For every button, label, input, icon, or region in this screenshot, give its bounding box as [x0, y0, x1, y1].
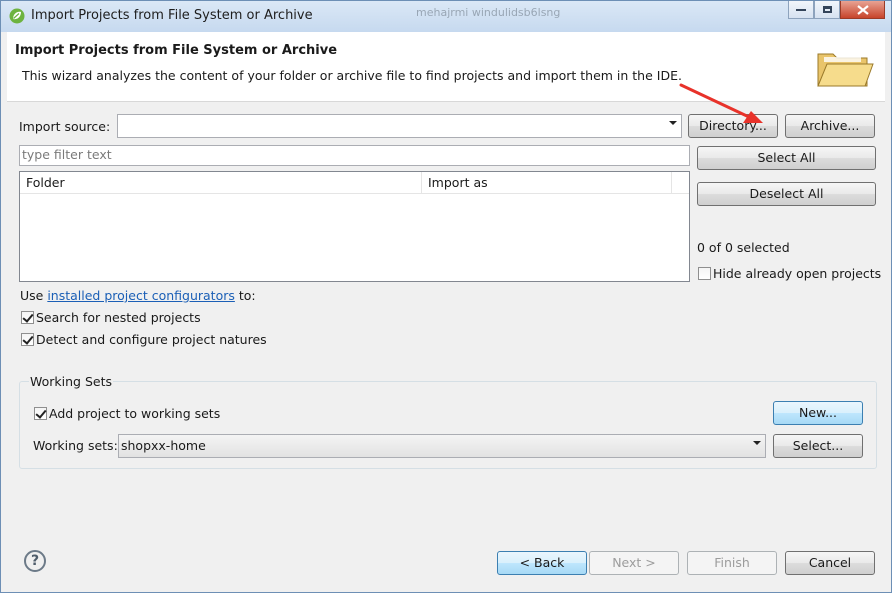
select-working-set-button[interactable]: Select...	[773, 434, 863, 458]
import-source-combo[interactable]	[117, 114, 682, 138]
column-import-as[interactable]: Import as	[421, 172, 671, 193]
window-title: Import Projects from File System or Arch…	[31, 8, 313, 23]
maximize-button[interactable]	[814, 1, 840, 19]
archive-button[interactable]: Archive...	[785, 114, 875, 138]
import-dialog: Import Projects from File System or Arch…	[0, 0, 892, 593]
wizard-body: Import source: Directory... Archive... t…	[7, 102, 885, 588]
finish-button[interactable]: Finish	[687, 551, 777, 575]
installed-configurators-link[interactable]: installed project configurators	[47, 288, 235, 303]
dropdown-arrow-icon	[669, 121, 677, 125]
back-button[interactable]: < Back	[497, 551, 587, 575]
configurators-suffix: to:	[234, 288, 256, 303]
next-button[interactable]: Next >	[589, 551, 679, 575]
detect-natures-label: Detect and configure project natures	[36, 332, 267, 347]
configurators-text: Use installed project configurators to:	[20, 288, 256, 303]
cancel-button[interactable]: Cancel	[785, 551, 875, 575]
wizard-title: Import Projects from File System or Arch…	[15, 43, 338, 58]
working-sets-combo[interactable]: shopxx-home	[118, 434, 766, 458]
import-source-label: Import source:	[19, 119, 111, 134]
deselect-all-button[interactable]: Deselect All	[697, 182, 876, 206]
column-filler	[671, 172, 690, 193]
nested-projects-label: Search for nested projects	[36, 310, 201, 325]
select-all-button[interactable]: Select All	[697, 146, 876, 170]
dropdown-arrow-icon	[753, 441, 761, 445]
detect-natures-checkbox[interactable]	[21, 333, 34, 346]
filter-input[interactable]: type filter text	[19, 145, 690, 166]
working-sets-group: Working Sets Add project to working sets…	[19, 374, 877, 469]
selected-count: 0 of 0 selected	[697, 240, 790, 255]
open-folder-icon	[817, 53, 874, 87]
maximize-icon	[822, 6, 832, 13]
working-sets-value: shopxx-home	[121, 438, 206, 453]
working-sets-group-label: Working Sets	[29, 374, 113, 389]
add-to-working-sets-checkbox[interactable]	[34, 407, 47, 420]
nested-projects-checkbox[interactable]	[21, 311, 34, 324]
close-button[interactable]	[840, 1, 885, 19]
wizard-description: This wizard analyzes the content of your…	[22, 68, 682, 83]
new-working-set-button[interactable]: New...	[773, 401, 863, 425]
working-sets-label: Working sets:	[33, 438, 118, 453]
close-icon	[856, 4, 869, 15]
projects-table[interactable]: Folder Import as	[19, 171, 690, 282]
add-to-working-sets-label: Add project to working sets	[49, 406, 221, 421]
blurred-background-text: mehajrmi windulidsb6lsng	[416, 6, 561, 19]
hide-open-label: Hide already open projects	[713, 266, 882, 281]
hide-open-checkbox[interactable]	[698, 267, 711, 280]
help-icon[interactable]: ?	[24, 550, 46, 572]
column-folder[interactable]: Folder	[20, 172, 421, 193]
table-header: Folder Import as	[20, 172, 689, 194]
annotation-arrow-icon	[679, 83, 763, 123]
title-bar: Import Projects from File System or Arch…	[1, 1, 891, 32]
minimize-icon	[796, 8, 806, 11]
configurators-prefix: Use	[20, 288, 48, 303]
minimize-button[interactable]	[788, 1, 814, 19]
spring-leaf-icon	[9, 8, 25, 24]
